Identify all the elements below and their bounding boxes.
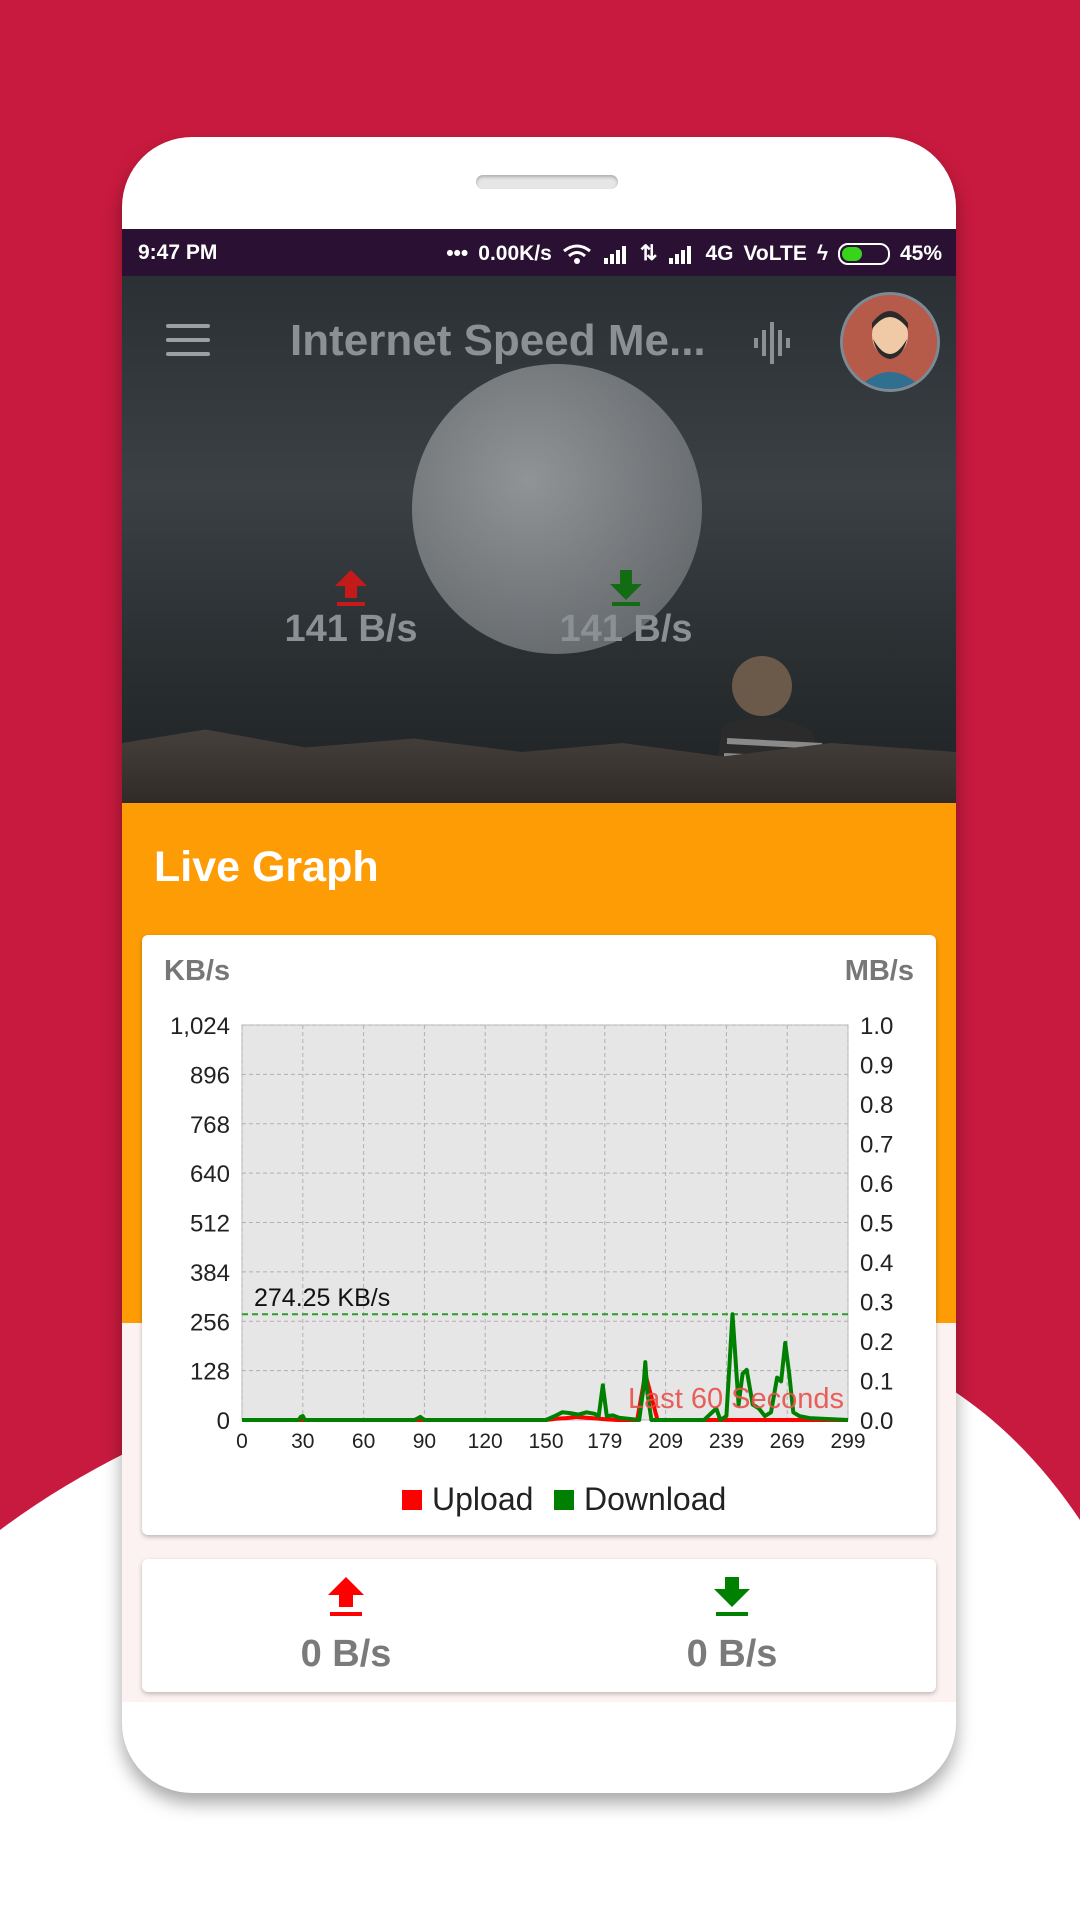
y-tick-label: 256 (190, 1309, 230, 1336)
x-tick-label: 120 (468, 1430, 503, 1453)
wifi-icon (562, 244, 591, 264)
y-right-tick-label: 0.7 (860, 1132, 893, 1159)
card-download-arrow-icon (714, 1577, 750, 1616)
y-right-tick-label: 0.8 (860, 1092, 893, 1119)
x-tick-label: 150 (528, 1430, 563, 1453)
y-right-tick-label: 0.0 (860, 1408, 893, 1435)
legend-swatch-upload (402, 1490, 422, 1510)
y-right-tick-label: 0.3 (860, 1290, 893, 1317)
battery-level (841, 246, 862, 261)
status-time: 9:47 PM (138, 241, 218, 264)
app-title: Internet Speed Me... (290, 316, 706, 365)
window-label: Last 60 Seconds (628, 1383, 844, 1415)
status-net-speed: 0.00K/s (478, 241, 552, 265)
y-tick-label: 640 (190, 1161, 230, 1188)
app-screen: 9:47 PM ••• 0.00K/s ⇅ 4G VoLTE ϟ 45% Int… (122, 229, 956, 1702)
y-tick-label: 896 (190, 1062, 230, 1089)
hero-background: Internet Speed Me... 141 B/s 141 B/s (122, 276, 956, 803)
speed-card: 0 B/s 0 B/s (142, 1559, 936, 1692)
x-tick-label: 30 (291, 1430, 314, 1453)
legend-label-upload: Upload (432, 1481, 533, 1517)
status-battery: 45% (899, 241, 942, 265)
y-right-tick-label: 0.9 (860, 1053, 893, 1080)
graph-card: KB/s MB/s 0 30 60 90 120 150 179 209 239 269 299 0 1… (142, 935, 936, 1535)
upload-arrow-icon (335, 570, 367, 606)
download-arrow-icon (610, 570, 642, 606)
data-transfer-icon: ⇅ (639, 242, 658, 265)
y-tick-label: 1,024 (170, 1013, 230, 1040)
status-network-type: 4G (705, 241, 734, 265)
y-right-tick-label: 0.2 (860, 1329, 893, 1356)
y-tick-label: 384 (190, 1260, 230, 1287)
charging-icon: ϟ (816, 241, 828, 265)
soundwave-icon[interactable] (752, 322, 796, 364)
hero-upload-speed: 141 B/s (284, 608, 418, 650)
notification-dots-icon: ••• (446, 241, 469, 265)
user-avatar-icon (843, 295, 937, 389)
card-upload-arrow-icon (328, 1577, 364, 1616)
y-right-tick-label: 0.6 (860, 1171, 893, 1198)
peak-label: 274.25 KB/s (254, 1284, 390, 1312)
y-tick-label: 768 (190, 1112, 230, 1139)
y-tick-label: 0 (217, 1408, 230, 1435)
card-download-speed: 0 B/s (686, 1633, 778, 1675)
avatar[interactable] (840, 292, 940, 392)
y-right-tick-label: 1.0 (860, 1013, 893, 1040)
status-bar: 9:47 PM ••• 0.00K/s ⇅ 4G VoLTE ϟ 45% (122, 229, 956, 276)
live-chart: 0 30 60 90 120 150 179 209 239 269 299012825638451… (170, 1013, 893, 1517)
hero-download-speed: 141 B/s (559, 608, 693, 650)
x-tick-label: 90 (413, 1430, 436, 1453)
live-graph-title: Live Graph (154, 843, 379, 891)
signal-icon (603, 245, 626, 264)
status-volte: VoLTE (743, 241, 807, 265)
phone-frame: 9:47 PM ••• 0.00K/s ⇅ 4G VoLTE ϟ 45% Int… (122, 137, 956, 1793)
legend-swatch-download (554, 1490, 574, 1510)
legend-label-download: Download (584, 1481, 726, 1517)
battery-icon (837, 242, 890, 265)
y-tick-label: 512 (190, 1211, 230, 1238)
y-right-tick-label: 0.5 (860, 1211, 893, 1238)
status-icons: ••• 0.00K/s ⇅ 4G VoLTE ϟ 45% (446, 241, 942, 266)
card-upload-speed: 0 B/s (300, 1633, 392, 1675)
x-tick-label: 239 (709, 1430, 744, 1453)
y-right-tick-label: 0.1 (860, 1369, 893, 1396)
phone-speaker (476, 175, 618, 189)
x-tick-label: 179 (587, 1430, 622, 1453)
signal-icon-2 (669, 245, 692, 264)
x-tick-label: 60 (352, 1430, 375, 1453)
y-tick-label: 128 (190, 1359, 230, 1386)
menu-icon[interactable] (166, 324, 210, 356)
x-tick-label: 209 (648, 1430, 683, 1453)
x-tick-label: 0 (236, 1430, 248, 1453)
x-tick-label: 269 (770, 1430, 805, 1453)
y-right-tick-label: 0.4 (860, 1250, 893, 1277)
